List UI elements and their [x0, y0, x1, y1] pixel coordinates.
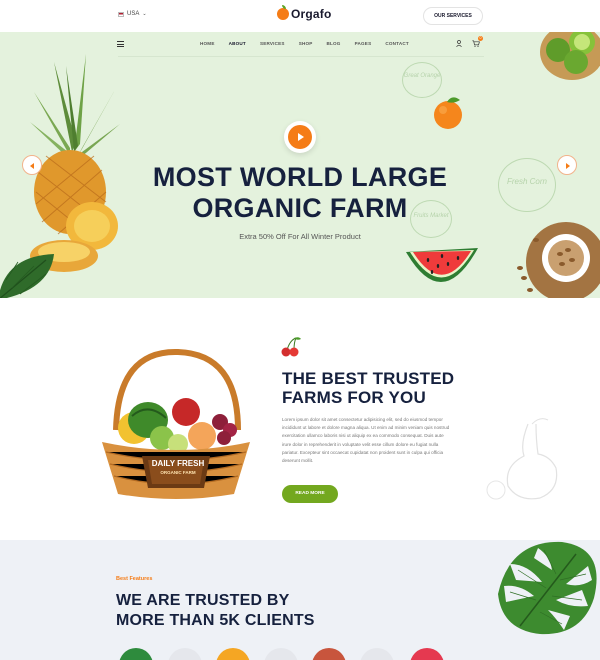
nav-menu: HOME ABOUT SERVICES SHOP BLOG PAGES CONT…	[200, 41, 423, 46]
play-icon	[288, 125, 312, 149]
nav-item-about[interactable]: ABOUT	[229, 41, 246, 46]
hero-subtitle: Extra 50% Off For All Winter Product	[239, 232, 361, 241]
nav-item-home[interactable]: HOME	[200, 41, 215, 46]
nav-item-pages[interactable]: PAGES	[355, 41, 372, 46]
orange-logo-icon	[277, 5, 289, 20]
cart-count-badge: 0	[478, 36, 483, 41]
nuts-bowl-image	[517, 222, 600, 298]
top-bar: USA ⌄ Orgafo OUR SERVICES	[0, 0, 600, 32]
bubble-great-orange: Great Orange	[402, 62, 442, 98]
bubble-fresh-corn: Fresh Corn	[498, 158, 556, 212]
watermelon-image	[406, 248, 478, 283]
monstera-leaf-image	[498, 541, 597, 635]
feature-circle-icon	[168, 648, 202, 660]
features-label: Best Features	[116, 576, 153, 582]
hamburger-menu-icon[interactable]	[117, 41, 124, 47]
basket-label-line1: DAILY FRESH	[151, 459, 205, 468]
hero-title-line1: MOST WORLD LARGE	[152, 162, 448, 192]
feature-circle-icon	[360, 648, 394, 660]
our-services-button[interactable]: OUR SERVICES	[423, 7, 483, 25]
play-video-button[interactable]	[284, 121, 316, 153]
hero-title-line2: ORGANIC FARM	[192, 193, 408, 223]
feature-circle-icon	[119, 648, 153, 660]
leaf-image	[0, 254, 54, 298]
basket-label-line2: ORGANIC FARM	[160, 470, 196, 475]
usa-flag-icon	[118, 11, 124, 17]
fruit-basket-image	[102, 348, 250, 499]
nav-item-services[interactable]: SERVICES	[260, 41, 285, 46]
brand-name: Orgafo	[291, 7, 332, 21]
cart-icon[interactable]	[472, 40, 480, 47]
brand-logo[interactable]: Orgafo	[277, 5, 332, 21]
pear-sketch-image	[486, 418, 558, 500]
chevron-down-icon: ⌄	[142, 11, 147, 17]
features-title-line1: WE ARE TRUSTED BY	[116, 592, 290, 609]
nav-divider	[118, 56, 484, 57]
nav-item-contact[interactable]: CONTACT	[385, 41, 409, 46]
about-title-line2: FARMS FOR YOU	[282, 388, 426, 407]
basket-label: DAILY FRESH ORGANIC FARM	[148, 459, 208, 477]
cherry-icon	[281, 337, 301, 357]
user-icon[interactable]	[456, 40, 462, 47]
about-title: THE BEST TRUSTED FARMS FOR YOU	[282, 369, 454, 407]
nav-item-blog[interactable]: BLOG	[327, 41, 341, 46]
features-title: WE ARE TRUSTED BY MORE THAN 5K CLIENTS	[116, 591, 315, 630]
feature-circle-icon	[410, 648, 444, 660]
slider-prev-arrow-icon[interactable]	[22, 155, 42, 175]
about-description: Lorem ipsum dolor sit amet consectetur a…	[282, 417, 450, 464]
language-label: USA	[127, 11, 140, 17]
orange-image	[434, 97, 462, 129]
feature-circle-icon	[216, 648, 250, 660]
limes-bowl-image	[540, 32, 600, 80]
hero-title: MOST WORLD LARGE ORGANIC FARM	[100, 162, 500, 224]
feature-circle-icon	[312, 648, 346, 660]
hero-banner: HOME ABOUT SERVICES SHOP BLOG PAGES CONT…	[0, 32, 600, 298]
features-title-line2: MORE THAN 5K CLIENTS	[116, 611, 315, 629]
slider-next-arrow-icon[interactable]	[557, 155, 577, 175]
features-section: Best Features WE ARE TRUSTED BY MORE THA…	[0, 540, 600, 660]
read-more-button[interactable]: READ MORE	[282, 485, 338, 503]
about-title-line1: THE BEST TRUSTED	[282, 369, 455, 388]
language-selector[interactable]: USA ⌄	[118, 11, 147, 17]
feature-circle-icon	[264, 648, 298, 660]
nav-item-shop[interactable]: SHOP	[299, 41, 313, 46]
